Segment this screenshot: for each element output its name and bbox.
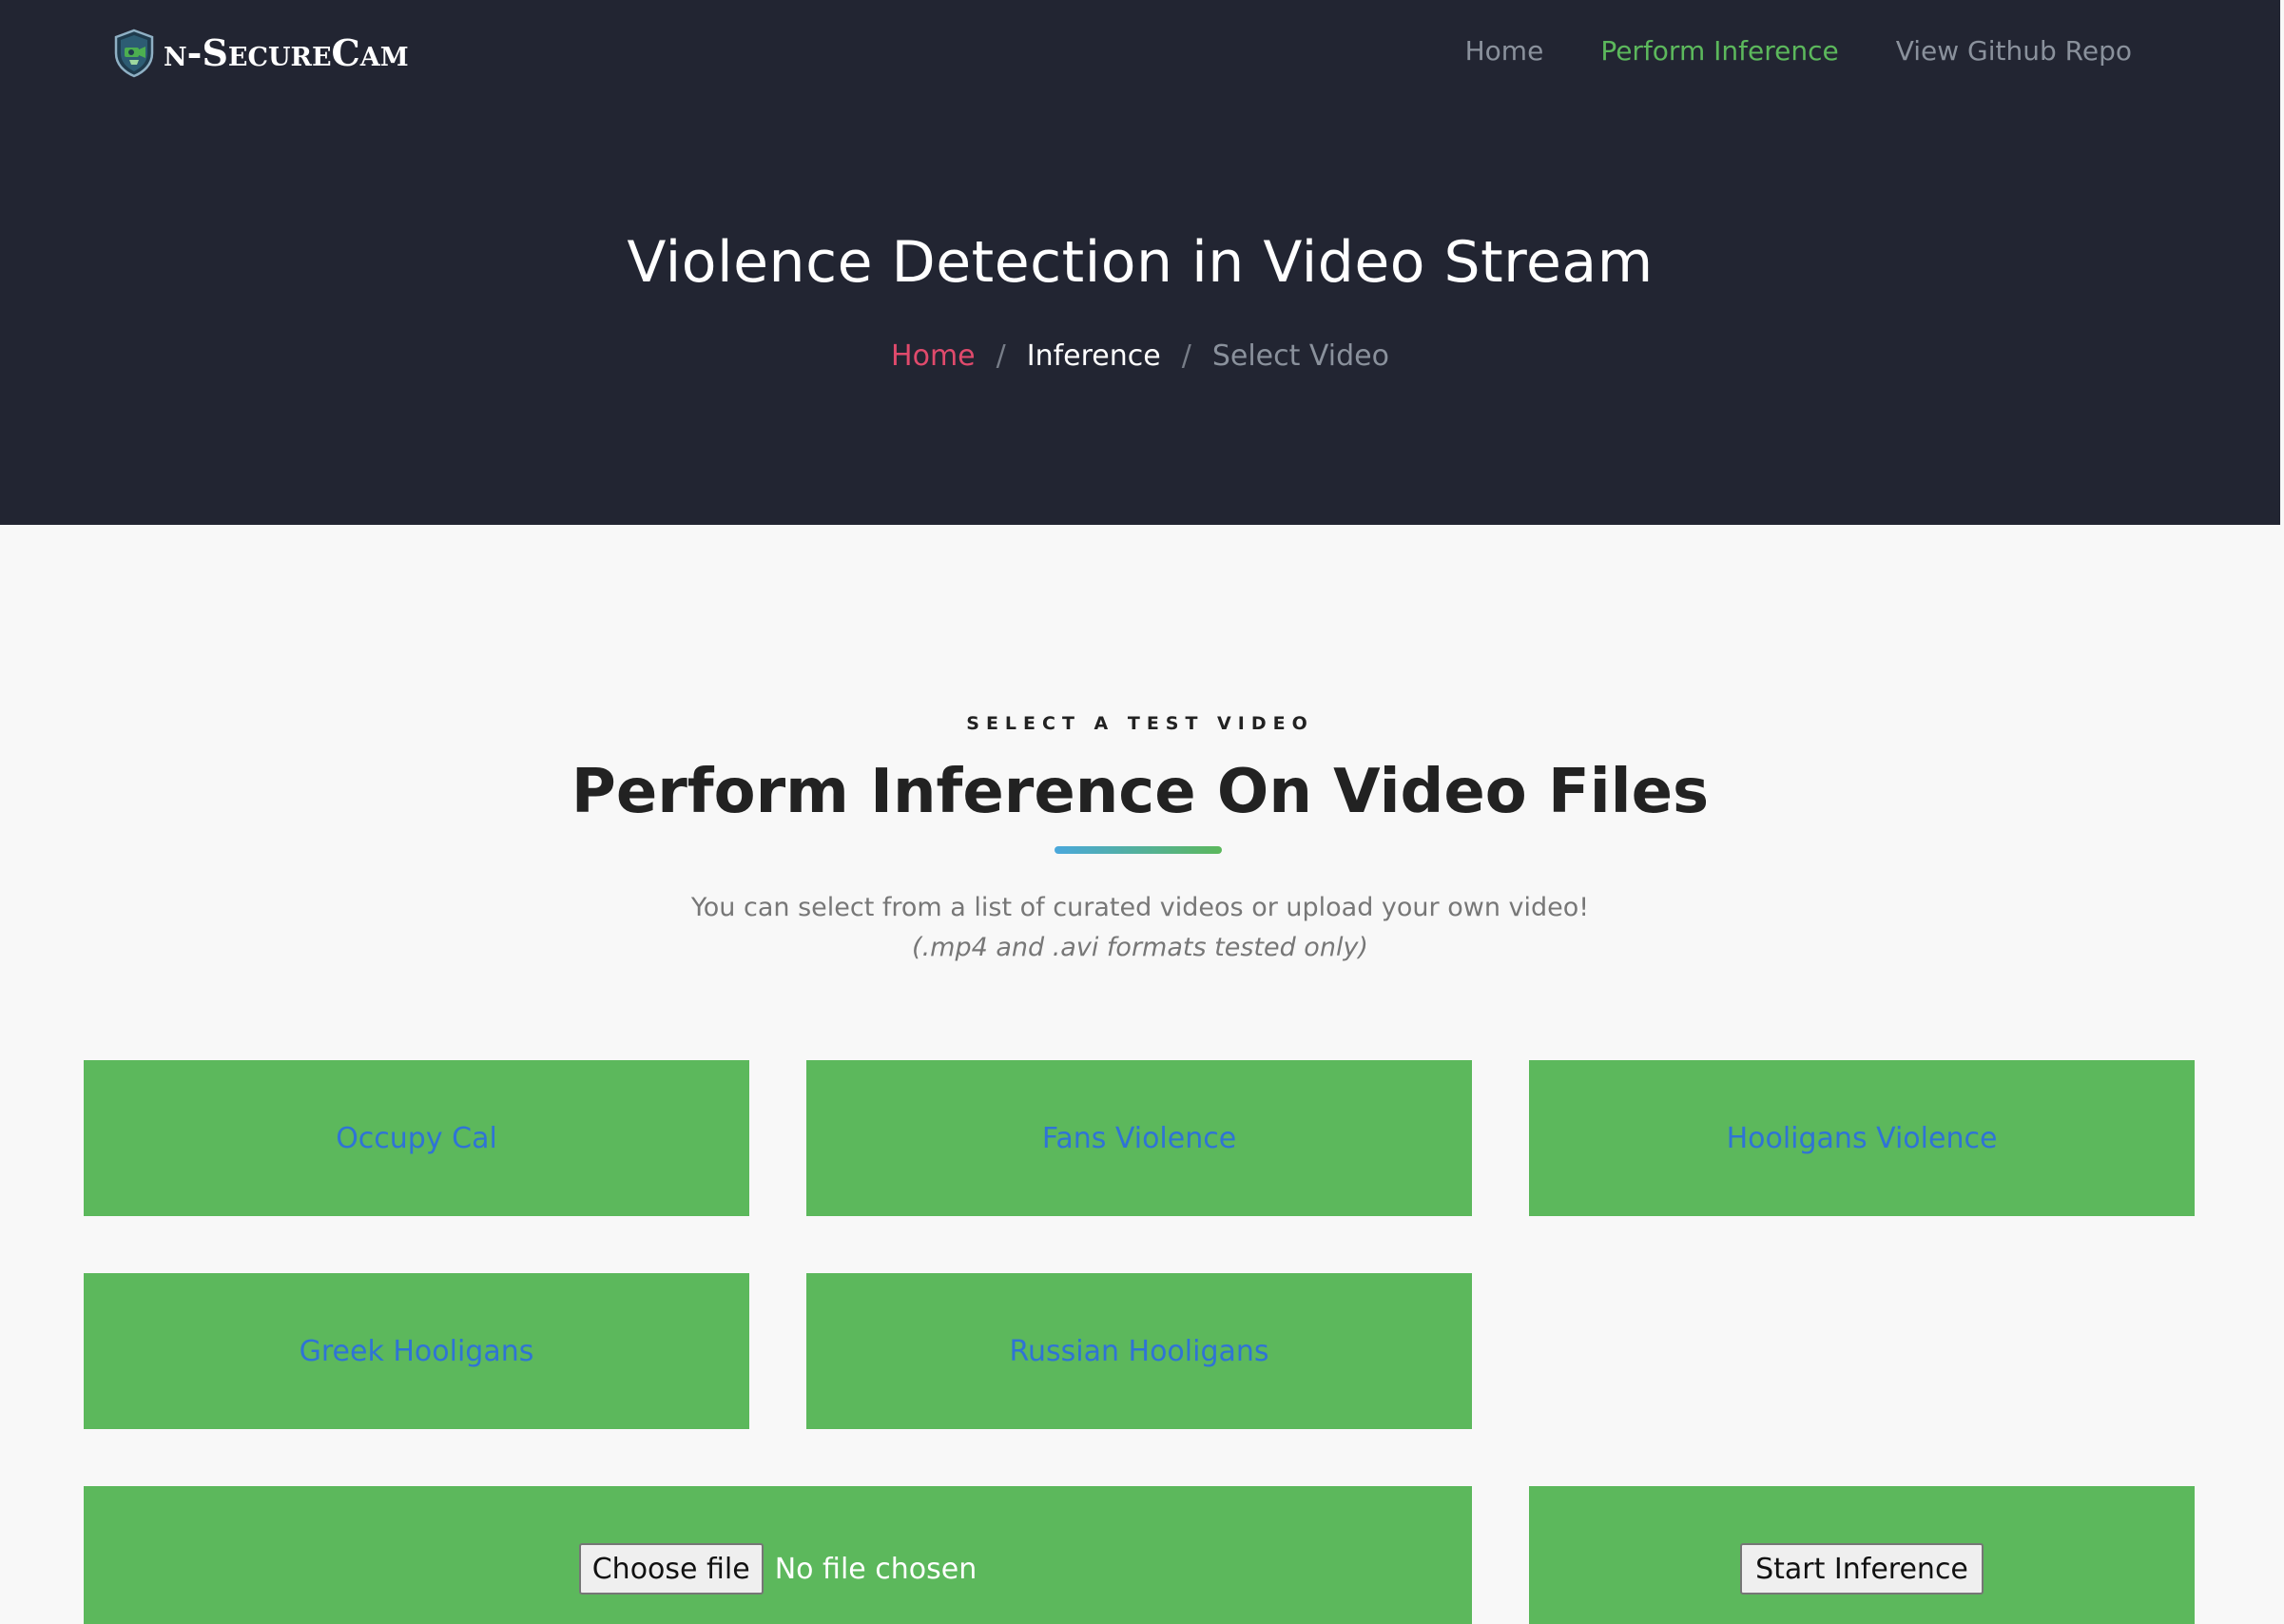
video-tile-occupy-cal[interactable]: Occupy Cal — [84, 1060, 749, 1216]
page-edge — [2280, 0, 2284, 1624]
file-status-text: No file chosen — [774, 1552, 977, 1586]
video-link-hooligans-violence[interactable]: Hooligans Violence — [1727, 1122, 1998, 1155]
breadcrumb-home-link[interactable]: Home — [891, 339, 976, 373]
choose-file-button[interactable]: Choose file — [578, 1543, 764, 1595]
video-tile-russian-hooligans[interactable]: Russian Hooligans — [806, 1273, 1472, 1429]
file-upload-panel: Choose file No file chosen — [84, 1486, 1472, 1624]
hero-header: n-SecureCam Home Perform Inference View … — [0, 0, 2280, 525]
video-tile-greek-hooligans[interactable]: Greek Hooligans — [84, 1273, 749, 1429]
brand-logo[interactable]: n-SecureCam — [112, 29, 409, 78]
video-tile-fans-violence[interactable]: Fans Violence — [806, 1060, 1472, 1216]
section-description: You can select from a list of curated vi… — [0, 888, 2280, 968]
page-title: Violence Detection in Video Stream — [627, 229, 1654, 296]
format-note: (.mp4 and .avi formats tested only) — [912, 933, 1368, 962]
breadcrumb-separator: / — [996, 339, 1006, 373]
video-link-fans-violence[interactable]: Fans Violence — [1042, 1122, 1236, 1155]
top-nav: Home Perform Inference View Github Repo — [1465, 29, 2132, 74]
video-link-greek-hooligans[interactable]: Greek Hooligans — [300, 1335, 534, 1368]
breadcrumb-current: Select Video — [1211, 339, 1389, 373]
nav-perform-inference[interactable]: Perform Inference — [1600, 29, 1838, 74]
video-link-russian-hooligans[interactable]: Russian Hooligans — [1009, 1335, 1268, 1368]
nav-github-repo[interactable]: View Github Repo — [1896, 29, 2132, 74]
breadcrumb: Home / Inference / Select Video — [0, 335, 2280, 378]
page: n-SecureCam Home Perform Inference View … — [0, 0, 2284, 1624]
file-input[interactable]: Choose file No file chosen — [578, 1543, 977, 1595]
title-underline-divider — [1055, 846, 1222, 854]
video-link-occupy-cal[interactable]: Occupy Cal — [336, 1122, 497, 1155]
start-inference-button[interactable]: Start Inference — [1740, 1543, 1984, 1595]
section-title: Perform Inference On Video Files — [571, 757, 1710, 827]
shield-camera-icon — [114, 29, 154, 78]
description-text: You can select from a list of curated vi… — [690, 893, 1590, 922]
start-inference-panel: Start Inference — [1529, 1486, 2195, 1624]
brand-name: n-SecureCam — [164, 31, 409, 74]
section-eyebrow: SELECT A TEST VIDEO — [966, 713, 1314, 734]
nav-home[interactable]: Home — [1465, 29, 1544, 74]
breadcrumb-separator: / — [1181, 339, 1191, 373]
video-tile-hooligans-violence[interactable]: Hooligans Violence — [1529, 1060, 2195, 1216]
breadcrumb-inference: Inference — [1026, 339, 1161, 373]
